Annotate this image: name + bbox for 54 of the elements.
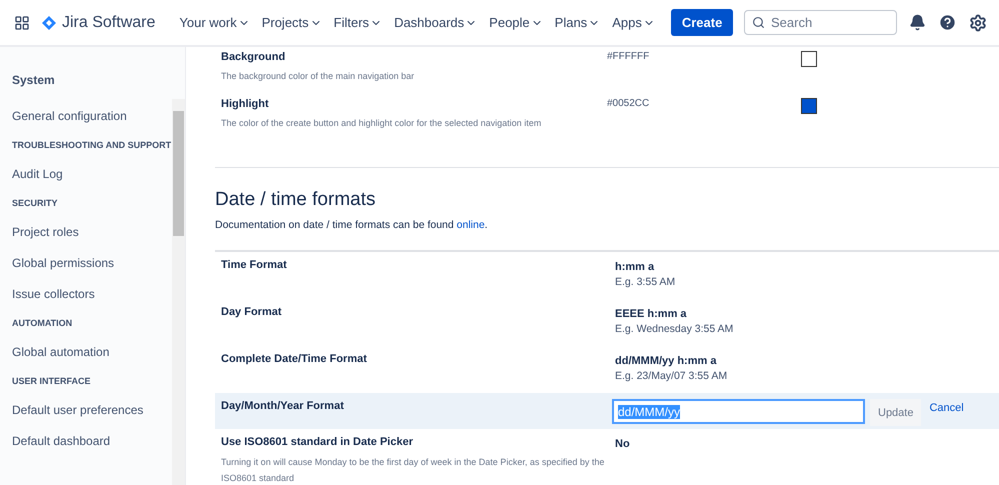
format-example: E.g. Wednesday 3:55 AM [615, 323, 734, 335]
sidebar-heading: SECURITY [12, 198, 58, 208]
nav-menu[interactable]: Filters [328, 15, 388, 30]
setting-description: The color of the create button and highlight color for the selected navigation item [221, 118, 542, 128]
sidebar-item[interactable]: Project roles [12, 225, 79, 239]
format-description: Turning it on will cause Monday to be the first day of week in the Date Picker, as specified by the ISO8601 standard [221, 456, 606, 485]
create-button[interactable]: Create [670, 9, 734, 36]
nav-menu[interactable]: Apps [606, 15, 661, 30]
sidebar-item[interactable]: Global automation [12, 345, 110, 359]
nav-menu[interactable]: Your work [173, 15, 256, 30]
color-value: #FFFFFF [607, 51, 650, 62]
format-label: Day/Month/Year Format [221, 400, 345, 412]
logo-icon [42, 16, 56, 30]
format-value: EEEE h:mm a [615, 308, 688, 320]
search-icon [752, 16, 765, 29]
sidebar-item[interactable]: General configuration [12, 109, 127, 123]
sidebar-item[interactable]: Default user preferences [12, 403, 144, 417]
nav-menu[interactable]: Dashboards [388, 15, 484, 30]
scrollbar[interactable] [172, 99, 185, 485]
setting-description: The background color of the main navigation bar [221, 71, 416, 81]
format-label: Use ISO8601 standard in Date Picker [221, 436, 414, 448]
sidebar-item[interactable]: Issue collectors [12, 287, 95, 301]
sidebar-item[interactable]: Global permissions [12, 256, 114, 270]
setting-label: Highlight [221, 98, 270, 110]
section-title: Date / time formats [215, 189, 376, 211]
notification-icon[interactable] [909, 14, 926, 31]
search-field[interactable]: Search [744, 10, 897, 35]
app-switcher-icon[interactable] [14, 14, 30, 30]
documentation-text: Documentation on date / time formats can be found online. [215, 219, 488, 231]
product-name[interactable]: Jira Software [62, 14, 156, 32]
format-label: Day Format [221, 306, 283, 318]
color-value: #0052CC [607, 98, 650, 109]
sidebar-item[interactable]: Audit Log [12, 167, 63, 181]
format-label: Time Format [221, 259, 288, 271]
sidebar-heading: TROUBLESHOOTING AND SUPPORT [12, 140, 172, 150]
sidebar-heading: AUTOMATION [12, 318, 72, 328]
sidebar-heading: USER INTERFACE [12, 376, 91, 386]
nav-menu[interactable]: People [483, 15, 549, 30]
sidebar-item[interactable]: Default dashboard [12, 434, 110, 448]
online-link[interactable]: online [456, 219, 485, 231]
format-label: Complete Date/Time Format [221, 353, 368, 365]
format-value: No [615, 438, 631, 450]
format-example: E.g. 23/May/07 3:55 AM [615, 370, 728, 382]
settings-icon[interactable] [969, 14, 987, 32]
format-value: dd/MMM/yy h:mm a [615, 355, 718, 367]
sidebar-title: System [12, 73, 56, 89]
format-example: E.g. 3:55 AM [615, 276, 676, 288]
help-icon[interactable] [938, 13, 957, 32]
nav-menu[interactable]: Plans [548, 15, 606, 30]
nav-menu[interactable]: Projects [256, 15, 328, 30]
setting-label: Background [221, 51, 286, 63]
cancel-link[interactable]: Cancel [929, 402, 964, 414]
update-button[interactable]: Update [870, 399, 922, 426]
format-value: h:mm a [615, 261, 656, 273]
